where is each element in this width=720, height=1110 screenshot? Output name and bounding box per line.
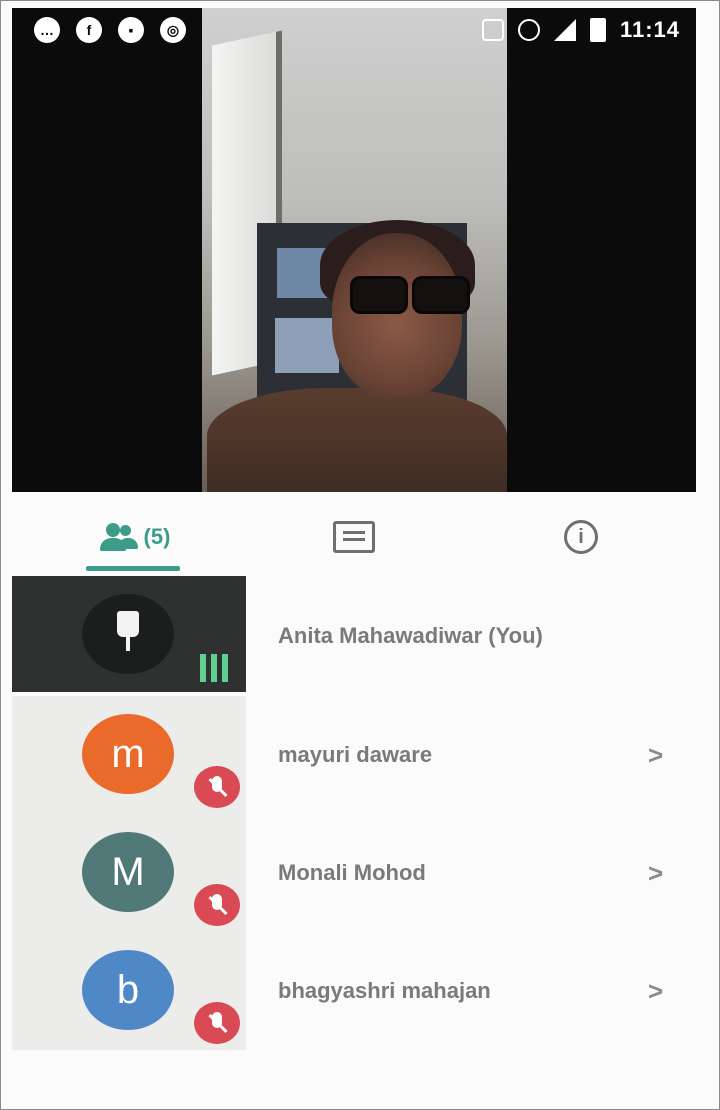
messenger-icon: … [34, 17, 60, 43]
notification-icons: … f ▪ ◎ [12, 17, 186, 43]
chevron-right-icon[interactable]: > [648, 814, 663, 932]
participant-tile [12, 576, 246, 692]
person-glasses [350, 276, 470, 314]
meeting-tabs: (5) i [12, 500, 696, 574]
participant-tile: m [12, 696, 246, 814]
participant-row[interactable]: m mayuri daware > [12, 696, 696, 814]
alarm-icon [517, 19, 540, 41]
audio-level-icon [200, 654, 228, 682]
mic-off-icon [194, 1002, 240, 1044]
cast-icon [481, 19, 504, 41]
tab-people[interactable]: (5) [74, 500, 194, 574]
avatar: M [82, 832, 174, 912]
chevron-right-icon[interactable]: > [648, 696, 663, 814]
person-shoulders [207, 388, 507, 492]
participant-name: mayuri daware [278, 742, 433, 767]
system-icons: 11:14 [481, 17, 696, 43]
video-feed [202, 8, 507, 492]
people-count: (5) [143, 524, 171, 549]
people-icon [98, 523, 138, 551]
person-face [332, 233, 462, 398]
avatar: b [82, 950, 174, 1030]
main-video[interactable] [12, 8, 696, 492]
tab-info[interactable]: i [522, 500, 640, 574]
pin-icon[interactable] [117, 611, 139, 651]
chevron-right-icon[interactable]: > [648, 932, 663, 1050]
facebook-icon: f [76, 17, 102, 43]
chrome-icon: ◎ [160, 17, 186, 43]
participant-tile: M [12, 814, 246, 932]
active-tab-indicator [86, 566, 180, 571]
status-time: 11:14 [619, 17, 680, 42]
participant-name: Monali Mohod [278, 860, 426, 885]
participant-name: Anita Mahawadiwar (You) [278, 623, 543, 648]
avatar: m [82, 714, 174, 794]
tab-chat[interactable] [300, 500, 408, 574]
participant-row[interactable]: b bhagyashri mahajan > [12, 932, 696, 1050]
mic-off-icon [194, 766, 240, 808]
status-bar: … f ▪ ◎ 11:14 [12, 8, 696, 52]
signal-4g-icon [553, 19, 576, 41]
info-icon: i [564, 520, 598, 554]
chat-icon [333, 521, 375, 553]
participant-row-self[interactable]: Anita Mahawadiwar (You) [12, 576, 696, 694]
mic-off-icon [194, 884, 240, 926]
participant-name: bhagyashri mahajan [278, 978, 491, 1003]
participant-tile: b [12, 932, 246, 1050]
participant-row[interactable]: M Monali Mohod > [12, 814, 696, 932]
message-icon: ▪ [118, 17, 144, 43]
battery-icon [589, 18, 606, 42]
